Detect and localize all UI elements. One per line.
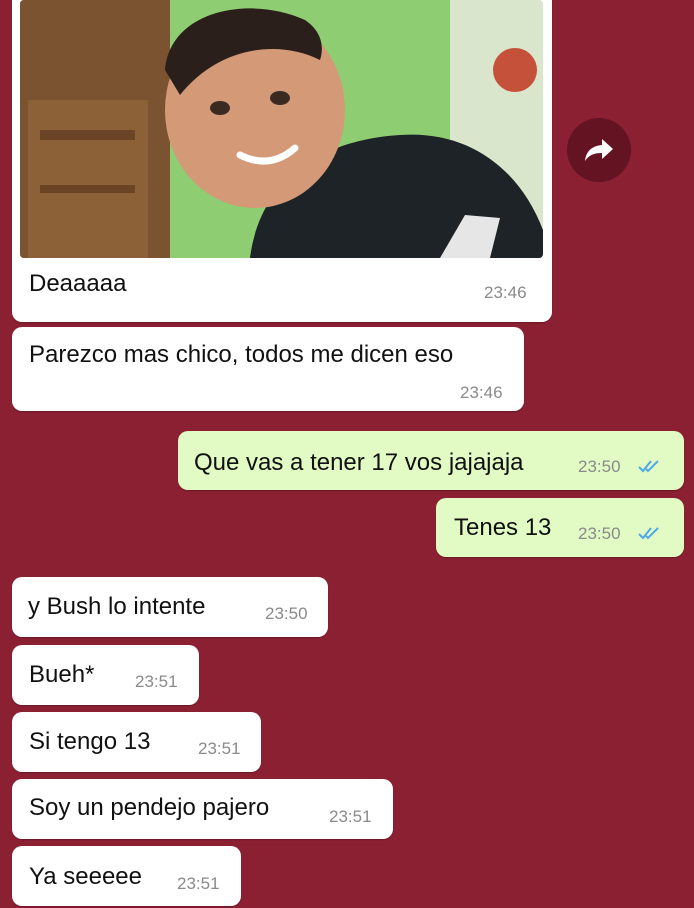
message-text: Ya seeeee <box>29 863 142 890</box>
message-time: 23:46 <box>460 383 503 402</box>
photo-image <box>20 0 543 258</box>
message-text: Si tengo 13 <box>29 728 151 755</box>
message-time: 23:46 <box>484 283 527 302</box>
photo-message-bubble[interactable]: Deaaaaa 23:46 <box>12 0 552 322</box>
message-time: 23:51 <box>329 807 372 826</box>
incoming-message[interactable]: Soy un pendejo pajero 23:51 <box>12 779 393 839</box>
selfie-photo[interactable] <box>20 0 543 258</box>
photo-caption: Deaaaaa <box>29 270 127 297</box>
message-text: Parezco mas chico, todos me dicen eso <box>29 341 454 368</box>
message-time: 23:50 <box>578 524 621 543</box>
outgoing-message[interactable]: Que vas a tener 17 vos jajajaja 23:50 <box>178 431 684 490</box>
share-forward-icon <box>585 139 613 161</box>
message-time: 23:51 <box>177 874 220 893</box>
message-time: 23:51 <box>135 672 178 691</box>
message-time: 23:50 <box>265 604 308 623</box>
forward-button[interactable] <box>567 118 631 182</box>
message-time: 23:51 <box>198 739 241 758</box>
message-text: Tenes 13 <box>454 514 552 541</box>
message-time: 23:50 <box>578 457 621 476</box>
message-text: Bueh* <box>29 661 95 688</box>
double-check-icon <box>638 460 659 473</box>
outgoing-message[interactable]: Tenes 13 23:50 <box>436 498 684 557</box>
incoming-message[interactable]: Si tengo 13 23:51 <box>12 712 261 772</box>
incoming-message[interactable]: Bueh* 23:51 <box>12 645 199 705</box>
message-text: y Bush lo intente <box>28 593 206 620</box>
incoming-message[interactable]: Parezco mas chico, todos me dicen eso 23… <box>12 327 524 411</box>
message-text: Que vas a tener 17 vos jajajaja <box>194 449 524 476</box>
message-text: Soy un pendejo pajero <box>29 794 270 821</box>
double-check-icon <box>638 527 659 540</box>
incoming-message[interactable]: Ya seeeee 23:51 <box>12 846 241 906</box>
incoming-message[interactable]: y Bush lo intente 23:50 <box>12 577 328 637</box>
